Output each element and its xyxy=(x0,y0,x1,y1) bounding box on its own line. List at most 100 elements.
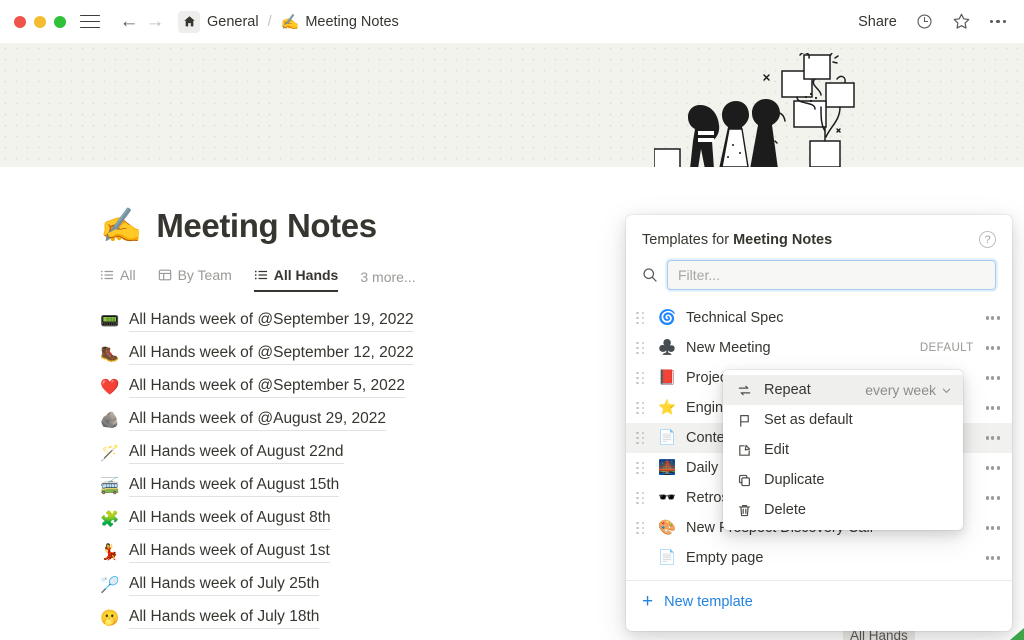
template-name: Technical Spec xyxy=(686,310,784,326)
title-bar: ← → General / ✍️ Meeting Notes Share xyxy=(0,0,1024,43)
template-emoji: 🌉 xyxy=(657,461,677,476)
home-icon[interactable] xyxy=(178,11,200,33)
default-badge: DEFAULT xyxy=(920,342,974,354)
drag-handle-icon[interactable] xyxy=(636,402,648,415)
new-template-button[interactable]: + New template xyxy=(626,581,1012,622)
templates-title-target: Meeting Notes xyxy=(733,232,832,248)
template-more-icon[interactable] xyxy=(986,316,1000,319)
template-emoji: ♣️ xyxy=(657,341,677,356)
row-title[interactable]: All Hands week of August 15th xyxy=(129,476,339,497)
template-emoji: 🌀 xyxy=(657,311,677,326)
template-row-empty-page[interactable]: 📄 Empty page xyxy=(626,543,1012,573)
drag-handle-icon[interactable] xyxy=(636,312,648,325)
templates-popover-header: Templates for Meeting Notes ? xyxy=(626,215,1012,248)
maximize-window-button[interactable] xyxy=(54,16,66,28)
table-icon xyxy=(158,268,172,282)
tab-all[interactable]: All xyxy=(100,267,136,292)
drag-handle-icon[interactable] xyxy=(636,462,648,475)
template-more-icon[interactable] xyxy=(986,436,1000,439)
repeat-frequency-text: every week xyxy=(865,382,936,398)
template-more-icon[interactable] xyxy=(986,466,1000,469)
more-horizontal-icon[interactable] xyxy=(990,20,1006,23)
list-icon xyxy=(100,268,114,282)
template-more-icon[interactable] xyxy=(986,376,1000,379)
tab-all-hands[interactable]: All Hands xyxy=(254,267,339,292)
row-title[interactable]: All Hands week of @August 29, 2022 xyxy=(129,410,386,431)
breadcrumb-general[interactable]: General xyxy=(207,14,259,30)
template-row-new-meeting[interactable]: ♣️ New Meeting DEFAULT xyxy=(626,333,1012,363)
row-emoji: ❤️ xyxy=(100,380,120,396)
template-name: Empty page xyxy=(686,550,763,566)
row-emoji: 🪄 xyxy=(100,446,120,462)
row-title[interactable]: All Hands week of @September 19, 2022 xyxy=(129,311,414,332)
row-title[interactable]: All Hands week of @September 5, 2022 xyxy=(129,377,405,398)
template-more-icon[interactable] xyxy=(986,496,1000,499)
template-emoji: 📄 xyxy=(657,431,677,446)
tab-by-team-label: By Team xyxy=(178,267,232,283)
templates-filter-input[interactable] xyxy=(667,260,996,290)
breadcrumb-page-emoji: ✍️ xyxy=(281,13,300,31)
window-controls xyxy=(14,16,66,28)
context-menu-label: Delete xyxy=(764,502,806,518)
drag-handle-icon[interactable] xyxy=(636,342,648,355)
repeat-frequency-value[interactable]: every week xyxy=(865,382,952,398)
tab-by-team[interactable]: By Team xyxy=(158,267,232,292)
template-emoji: 🎨 xyxy=(657,521,677,536)
row-emoji: 🧩 xyxy=(100,512,120,528)
share-button[interactable]: Share xyxy=(858,14,897,30)
page-cover xyxy=(0,43,1024,167)
row-title[interactable]: All Hands week of August 22nd xyxy=(129,443,344,464)
breadcrumb-separator: / xyxy=(268,14,272,30)
row-title[interactable]: All Hands week of August 1st xyxy=(129,542,330,563)
row-title[interactable]: All Hands week of @September 12, 2022 xyxy=(129,344,414,365)
titlebar-actions: Share xyxy=(858,12,1010,31)
templates-search-bar xyxy=(626,248,1012,301)
row-emoji: 🏸 xyxy=(100,578,120,594)
search-icon xyxy=(642,267,658,283)
help-circle-icon[interactable]: ? xyxy=(979,231,996,248)
row-emoji: 💃 xyxy=(100,545,120,561)
app-window: ← → General / ✍️ Meeting Notes Share xyxy=(0,0,1024,640)
forward-arrow-icon[interactable]: → xyxy=(142,9,168,35)
context-menu-item-repeat[interactable]: Repeat every week xyxy=(723,375,963,405)
row-emoji: 🥾 xyxy=(100,347,120,363)
template-row-technical-spec[interactable]: 🌀 Technical Spec xyxy=(626,303,1012,333)
template-more-icon[interactable] xyxy=(986,346,1000,349)
template-context-menu: Repeat every week Set as default xyxy=(723,370,963,530)
row-title[interactable]: All Hands week of July 18th xyxy=(129,608,319,629)
repeat-icon xyxy=(734,383,754,398)
close-window-button[interactable] xyxy=(14,16,26,28)
templates-title-prefix: Templates for xyxy=(642,232,733,248)
template-emoji: ⭐ xyxy=(657,401,677,416)
trash-icon xyxy=(734,503,754,518)
context-menu-item-delete[interactable]: Delete xyxy=(723,495,963,525)
template-more-icon[interactable] xyxy=(986,406,1000,409)
row-emoji: 🚎 xyxy=(100,479,120,495)
context-menu-item-edit[interactable]: Edit xyxy=(723,435,963,465)
page-title-emoji[interactable]: ✍️ xyxy=(100,209,142,243)
template-more-icon[interactable] xyxy=(986,526,1000,529)
star-icon[interactable] xyxy=(952,12,971,31)
duplicate-icon xyxy=(734,473,754,488)
list-icon xyxy=(254,268,268,282)
context-menu-item-duplicate[interactable]: Duplicate xyxy=(723,465,963,495)
tab-all-label: All xyxy=(120,267,136,283)
tabs-more-button[interactable]: 3 more... xyxy=(360,269,415,292)
context-menu-item-set-as-default[interactable]: Set as default xyxy=(723,405,963,435)
back-arrow-icon[interactable]: ← xyxy=(116,9,142,35)
drag-handle-icon[interactable] xyxy=(636,492,648,505)
plus-icon: + xyxy=(642,592,653,611)
template-more-icon[interactable] xyxy=(986,556,1000,559)
sidebar-toggle-icon[interactable] xyxy=(80,15,100,29)
drag-handle-icon[interactable] xyxy=(636,522,648,535)
clock-icon[interactable] xyxy=(916,13,933,30)
drag-handle-icon[interactable] xyxy=(636,432,648,445)
minimize-window-button[interactable] xyxy=(34,16,46,28)
drag-handle-icon[interactable] xyxy=(636,372,648,385)
templates-popover-title: Templates for Meeting Notes xyxy=(642,232,832,248)
template-emoji: 🕶️ xyxy=(657,491,677,506)
breadcrumb-meeting-notes[interactable]: Meeting Notes xyxy=(305,14,399,30)
row-title[interactable]: All Hands week of July 25th xyxy=(129,575,319,596)
row-title[interactable]: All Hands week of August 8th xyxy=(129,509,331,530)
flag-icon xyxy=(734,413,754,428)
